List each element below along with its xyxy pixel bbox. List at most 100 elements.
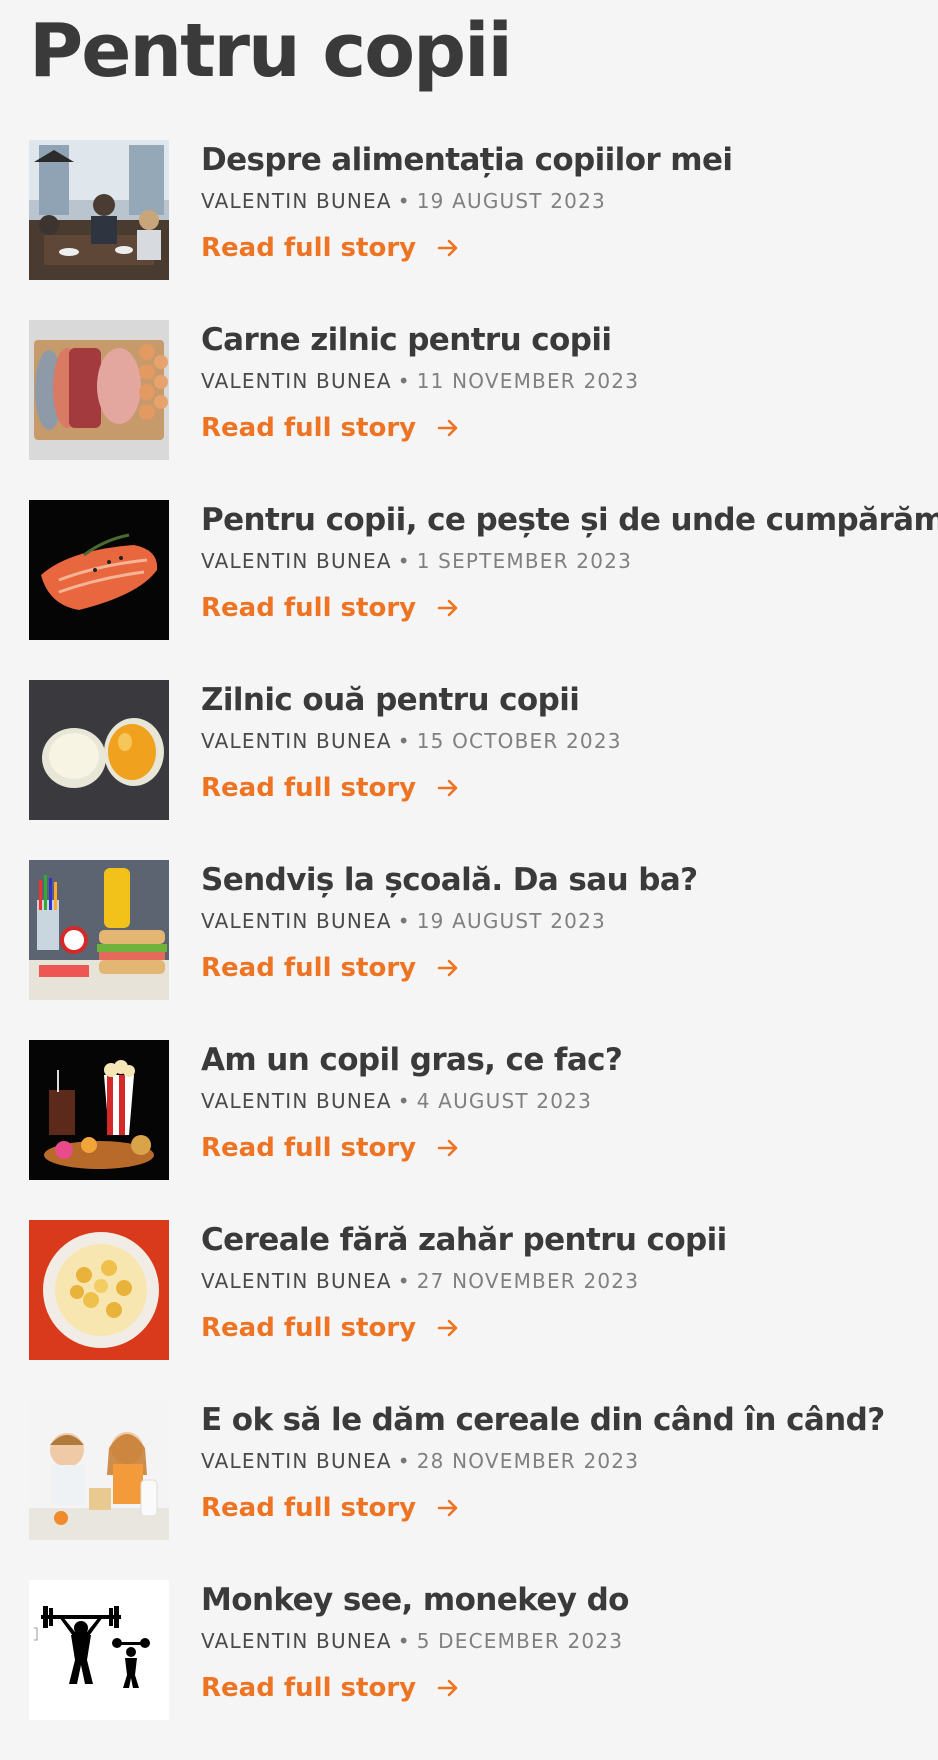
publish-date: 19 AUGUST 2023 bbox=[416, 909, 606, 933]
article-meta: VALENTIN BUNEA • 1 SEPTEMBER 2023 bbox=[201, 548, 921, 574]
publish-date: 15 OCTOBER 2023 bbox=[416, 729, 622, 753]
read-full-story-label: Read full story bbox=[201, 1133, 417, 1163]
meta-separator: • bbox=[397, 1629, 411, 1653]
arrow-right-icon bbox=[437, 1499, 458, 1517]
article-title[interactable]: E ok să le dăm cereale din când în când? bbox=[201, 1400, 921, 1440]
article-title[interactable]: Despre alimentația copiilor mei bbox=[201, 140, 921, 180]
meta-separator: • bbox=[397, 369, 411, 393]
list-item: Cereale fără zahăr pentru copii VALENTIN… bbox=[29, 1220, 929, 1400]
author-name: VALENTIN BUNEA bbox=[201, 189, 392, 213]
meta-separator: • bbox=[397, 189, 411, 213]
article-title[interactable]: Zilnic ouă pentru copii bbox=[201, 680, 921, 720]
cracked-egg-icon bbox=[29, 680, 169, 820]
article-list: Despre alimentația copiilor mei VALENTIN… bbox=[29, 140, 938, 1760]
article-meta: VALENTIN BUNEA • 27 NOVEMBER 2023 bbox=[201, 1268, 921, 1294]
cereal-bowl-image[interactable] bbox=[29, 1220, 169, 1360]
author-name: VALENTIN BUNEA bbox=[201, 1269, 392, 1293]
read-full-story-link[interactable]: Read full story bbox=[201, 1672, 460, 1704]
family-dinner-image[interactable] bbox=[29, 140, 169, 280]
meta-separator: • bbox=[397, 1449, 411, 1473]
meat-eggs-image[interactable] bbox=[29, 320, 169, 460]
read-full-story-label: Read full story bbox=[201, 1673, 417, 1703]
article-meta: VALENTIN BUNEA • 11 NOVEMBER 2023 bbox=[201, 368, 921, 394]
article-title[interactable]: Sendviș la școală. Da sau ba? bbox=[201, 860, 921, 900]
article-title[interactable]: Monkey see, monekey do bbox=[201, 1580, 921, 1620]
read-full-story-label: Read full story bbox=[201, 413, 417, 443]
author-name: VALENTIN BUNEA bbox=[201, 1089, 392, 1113]
article-title[interactable]: Pentru copii, ce pește și de unde cumpăr… bbox=[201, 500, 938, 540]
list-item: Despre alimentația copiilor mei VALENTIN… bbox=[29, 140, 929, 320]
meta-separator: • bbox=[397, 549, 411, 573]
arrow-right-icon bbox=[437, 239, 458, 257]
kids-breakfast-image[interactable] bbox=[29, 1400, 169, 1540]
read-full-story-link[interactable]: Read full story bbox=[201, 232, 460, 264]
meta-separator: • bbox=[397, 1269, 411, 1293]
arrow-right-icon bbox=[437, 1139, 458, 1157]
read-full-story-link[interactable]: Read full story bbox=[201, 1312, 460, 1344]
list-item: Carne zilnic pentru copii VALENTIN BUNEA… bbox=[29, 320, 929, 500]
author-name: VALENTIN BUNEA bbox=[201, 729, 392, 753]
author-name: VALENTIN BUNEA bbox=[201, 1629, 392, 1653]
article-title[interactable]: Cereale fără zahăr pentru copii bbox=[201, 1220, 921, 1260]
arrow-right-icon bbox=[437, 959, 458, 977]
family-dinner-icon bbox=[29, 140, 169, 280]
article-meta: VALENTIN BUNEA • 19 AUGUST 2023 bbox=[201, 188, 921, 214]
read-full-story-label: Read full story bbox=[201, 1313, 417, 1343]
arrow-right-icon bbox=[437, 419, 458, 437]
read-full-story-link[interactable]: Read full story bbox=[201, 592, 460, 624]
read-full-story-label: Read full story bbox=[201, 593, 417, 623]
arrow-right-icon bbox=[437, 779, 458, 797]
meta-separator: • bbox=[397, 1089, 411, 1113]
author-name: VALENTIN BUNEA bbox=[201, 549, 392, 573]
arrow-right-icon bbox=[437, 1319, 458, 1337]
article-meta: VALENTIN BUNEA • 28 NOVEMBER 2023 bbox=[201, 1448, 921, 1474]
weightlifters-icon bbox=[29, 1580, 169, 1720]
list-item: Am un copil gras, ce fac? VALENTIN BUNEA… bbox=[29, 1040, 929, 1220]
read-full-story-link[interactable]: Read full story bbox=[201, 412, 460, 444]
junk-food-icon bbox=[29, 1040, 169, 1180]
cracked-egg-image[interactable] bbox=[29, 680, 169, 820]
meta-separator: • bbox=[397, 729, 411, 753]
salmon-fillet-icon bbox=[29, 500, 169, 640]
read-full-story-label: Read full story bbox=[201, 1493, 417, 1523]
cereal-bowl-icon bbox=[29, 1220, 169, 1360]
author-name: VALENTIN BUNEA bbox=[201, 909, 392, 933]
read-full-story-link[interactable]: Read full story bbox=[201, 952, 460, 984]
article-title[interactable]: Am un copil gras, ce fac? bbox=[201, 1040, 921, 1080]
read-full-story-link[interactable]: Read full story bbox=[201, 772, 460, 804]
publish-date: 19 AUGUST 2023 bbox=[416, 189, 606, 213]
page-title: Pentru copii bbox=[29, 8, 513, 94]
read-full-story-label: Read full story bbox=[201, 953, 417, 983]
publish-date: 11 NOVEMBER 2023 bbox=[416, 369, 640, 393]
meta-separator: • bbox=[397, 909, 411, 933]
article-meta: VALENTIN BUNEA • 15 OCTOBER 2023 bbox=[201, 728, 921, 754]
meat-eggs-icon bbox=[29, 320, 169, 460]
author-name: VALENTIN BUNEA bbox=[201, 369, 392, 393]
article-meta: VALENTIN BUNEA • 4 AUGUST 2023 bbox=[201, 1088, 921, 1114]
arrow-right-icon bbox=[437, 1679, 458, 1697]
publish-date: 5 DECEMBER 2023 bbox=[416, 1629, 624, 1653]
page: Pentru copii Despre alimentația copiilor… bbox=[0, 0, 938, 1742]
publish-date: 1 SEPTEMBER 2023 bbox=[416, 549, 632, 573]
read-full-story-label: Read full story bbox=[201, 773, 417, 803]
list-item: Pentru copii, ce pește și de unde cumpăr… bbox=[29, 500, 938, 680]
school-sandwich-image[interactable] bbox=[29, 860, 169, 1000]
weightlifters-image[interactable] bbox=[29, 1580, 169, 1720]
publish-date: 28 NOVEMBER 2023 bbox=[416, 1449, 640, 1473]
read-full-story-link[interactable]: Read full story bbox=[201, 1132, 460, 1164]
article-meta: VALENTIN BUNEA • 5 DECEMBER 2023 bbox=[201, 1628, 921, 1654]
article-title[interactable]: Carne zilnic pentru copii bbox=[201, 320, 921, 360]
article-meta: VALENTIN BUNEA • 19 AUGUST 2023 bbox=[201, 908, 921, 934]
arrow-right-icon bbox=[437, 599, 458, 617]
list-item: Zilnic ouă pentru copii VALENTIN BUNEA • 1… bbox=[29, 680, 929, 860]
kids-breakfast-icon bbox=[29, 1400, 169, 1540]
read-full-story-label: Read full story bbox=[201, 233, 417, 263]
list-item: E ok să le dăm cereale din când în când?… bbox=[29, 1400, 929, 1580]
list-item: Sendviș la școală. Da sau ba? VALENTIN B… bbox=[29, 860, 929, 1040]
publish-date: 4 AUGUST 2023 bbox=[416, 1089, 593, 1113]
school-sandwich-icon bbox=[29, 860, 169, 1000]
salmon-fillet-image[interactable] bbox=[29, 500, 169, 640]
author-name: VALENTIN BUNEA bbox=[201, 1449, 392, 1473]
read-full-story-link[interactable]: Read full story bbox=[201, 1492, 460, 1524]
junk-food-image[interactable] bbox=[29, 1040, 169, 1180]
